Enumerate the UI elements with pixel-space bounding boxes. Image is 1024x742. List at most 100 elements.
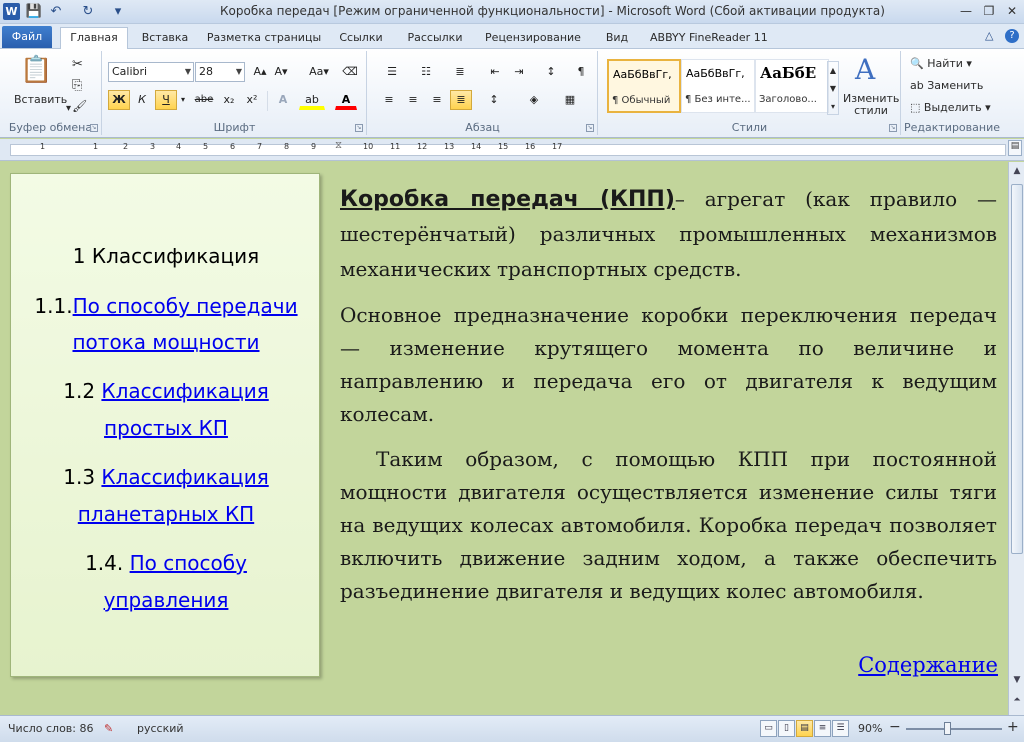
underline-button[interactable]: Ч (155, 90, 177, 110)
decrease-indent-icon[interactable]: ⇤ (484, 62, 506, 82)
underline-dropdown-icon[interactable]: ▾ (178, 90, 188, 110)
tab-view[interactable]: Вид (602, 28, 632, 49)
collapse-ribbon-icon[interactable]: △ (985, 29, 993, 42)
undo-icon[interactable]: ↶ (47, 3, 65, 21)
change-case-icon[interactable]: Aa▾ (305, 62, 333, 82)
redo-icon[interactable]: ↻ (79, 3, 97, 21)
tab-mailings[interactable]: Рассылки (404, 28, 466, 49)
replace-button[interactable]: ab Заменить (910, 79, 983, 92)
scroll-down-icon[interactable]: ▼ (1010, 672, 1024, 688)
help-icon[interactable]: ? (1005, 29, 1019, 43)
change-styles-button[interactable]: Изменить стили (843, 93, 899, 117)
tab-file[interactable]: Файл (2, 26, 52, 48)
paste-dropdown-icon[interactable]: ▾ (66, 103, 71, 114)
font-color-icon[interactable]: A (335, 90, 357, 110)
style-no-spacing[interactable]: АаБбВвГг, ¶ Без инте... (681, 59, 755, 113)
view-ruler-icon[interactable]: ▤ (1008, 140, 1022, 156)
tab-page-layout[interactable]: Разметка страницы (204, 28, 324, 49)
tab-references[interactable]: Ссылки (336, 28, 386, 49)
align-left-icon[interactable]: ≡ (378, 90, 400, 110)
toc-link[interactable]: планетарных КП (78, 502, 254, 526)
font-name-combo[interactable]: Calibri ▼ (108, 62, 194, 82)
change-styles-icon[interactable]: A (855, 53, 875, 86)
pilcrow-icon[interactable]: ¶ (570, 62, 592, 82)
vertical-scrollbar[interactable]: ▲ ▼ ⏶ (1008, 162, 1024, 715)
styles-scroll-icon[interactable]: ▲ ▼ ▾ (827, 61, 839, 115)
sort-icon[interactable]: ↕ (540, 62, 562, 82)
horizontal-ruler[interactable]: 1 1 2 3 4 5 6 7 8 9 10 11 12 13 14 15 16… (0, 139, 1024, 161)
toc-link[interactable]: Классификация (101, 379, 268, 403)
justify-icon[interactable]: ≣ (450, 90, 472, 110)
align-right-icon[interactable]: ≡ (426, 90, 448, 110)
tab-abbyy[interactable]: ABBYY FineReader 11 (650, 28, 768, 49)
superscript-button[interactable]: x² (241, 90, 263, 110)
text-effects-icon[interactable]: A (272, 90, 294, 110)
proofing-icon[interactable]: ✎ (104, 722, 113, 735)
contents-link[interactable]: Содержание (858, 653, 998, 677)
bold-button[interactable]: Ж (108, 90, 130, 110)
clear-formatting-icon[interactable]: ⌫ (339, 62, 361, 82)
copy-icon[interactable]: ⎘ (72, 78, 82, 93)
select-button[interactable]: ⬚ Выделить ▾ (910, 101, 991, 114)
tab-review[interactable]: Рецензирование (483, 28, 583, 49)
paragraph-launcher-icon[interactable]: ↘ (586, 124, 594, 132)
toc-link[interactable]: потока мощности (72, 330, 259, 354)
toc-link[interactable]: По способу (130, 551, 247, 575)
paste-icon[interactable]: 📋 (20, 55, 52, 85)
clipboard-launcher-icon[interactable]: ↘ (90, 124, 98, 132)
outline-icon[interactable]: ≡ (814, 720, 831, 737)
highlight-icon[interactable]: ab (299, 90, 325, 110)
numbering-icon[interactable]: ☷ (412, 62, 440, 82)
cut-icon[interactable]: ✂ (72, 57, 83, 72)
scroll-up-icon[interactable]: ▲ (1010, 163, 1024, 179)
previous-page-icon[interactable]: ⏶ (1010, 692, 1024, 708)
close-button[interactable]: ✕ (1001, 2, 1023, 20)
tab-insert[interactable]: Вставка (137, 28, 193, 49)
format-painter-icon[interactable]: 🖌 (72, 99, 87, 113)
toc-link[interactable]: управления (104, 588, 229, 612)
align-center-icon[interactable]: ≡ (402, 90, 424, 110)
find-button[interactable]: 🔍 Найти ▾ (910, 57, 972, 70)
zoom-level[interactable]: 90% (858, 722, 882, 735)
body-text[interactable]: Коробка передач (КПП)– агрегат (как прав… (340, 182, 997, 608)
borders-icon[interactable]: ▦ (556, 90, 584, 110)
document-canvas[interactable]: 1 Классификация 1.1.По способу передачи … (0, 162, 1008, 715)
font-size-combo[interactable]: 28 ▼ (195, 62, 245, 82)
zoom-slider-thumb[interactable] (944, 722, 951, 735)
minimize-button[interactable]: — (955, 2, 977, 20)
shrink-font-icon[interactable]: A▾ (271, 62, 291, 82)
full-screen-reading-icon[interactable]: ▯ (778, 720, 795, 737)
zoom-out-icon[interactable]: − (889, 719, 901, 735)
word-app-icon[interactable]: W (3, 3, 20, 20)
zoom-in-icon[interactable]: + (1007, 719, 1019, 735)
tab-home[interactable]: Главная (60, 27, 128, 49)
word-count[interactable]: Число слов: 86 (8, 722, 94, 735)
grow-font-icon[interactable]: A▴ (250, 62, 270, 82)
zoom-slider[interactable] (906, 728, 1002, 730)
toc-link[interactable]: По способу передачи (73, 294, 298, 318)
strikethrough-button[interactable]: abe (191, 90, 217, 110)
customize-quick-access-icon[interactable]: ▾ (103, 3, 133, 21)
paste-button[interactable]: Вставить (14, 93, 67, 106)
italic-button[interactable]: К (131, 90, 153, 110)
maximize-button[interactable]: ❐ (978, 2, 1000, 20)
increase-indent-icon[interactable]: ⇥ (508, 62, 530, 82)
styles-launcher-icon[interactable]: ↘ (889, 124, 897, 132)
bullets-icon[interactable]: ☰ (378, 62, 406, 82)
scrollbar-thumb[interactable] (1011, 184, 1023, 554)
style-heading[interactable]: АаБбЕ Заголово... (755, 59, 829, 113)
subscript-button[interactable]: x₂ (218, 90, 240, 110)
toc-link[interactable]: простых КП (104, 416, 228, 440)
print-layout-icon[interactable]: ▭ (760, 720, 777, 737)
shading-icon[interactable]: ◈ (520, 90, 548, 110)
style-normal[interactable]: АаБбВвГг, ¶ Обычный (607, 59, 681, 113)
toc-link[interactable]: Классификация (101, 465, 268, 489)
font-launcher-icon[interactable]: ↘ (355, 124, 363, 132)
save-icon[interactable]: 💾 (25, 3, 43, 21)
draft-icon[interactable]: ☰ (832, 720, 849, 737)
web-layout-icon[interactable]: ▤ (796, 720, 813, 737)
language-indicator[interactable]: русский (137, 722, 184, 735)
multilevel-list-icon[interactable]: ≣ (446, 62, 474, 82)
indent-marker-icon[interactable]: ⧖ (335, 140, 342, 151)
line-spacing-icon[interactable]: ↕ (480, 90, 508, 110)
